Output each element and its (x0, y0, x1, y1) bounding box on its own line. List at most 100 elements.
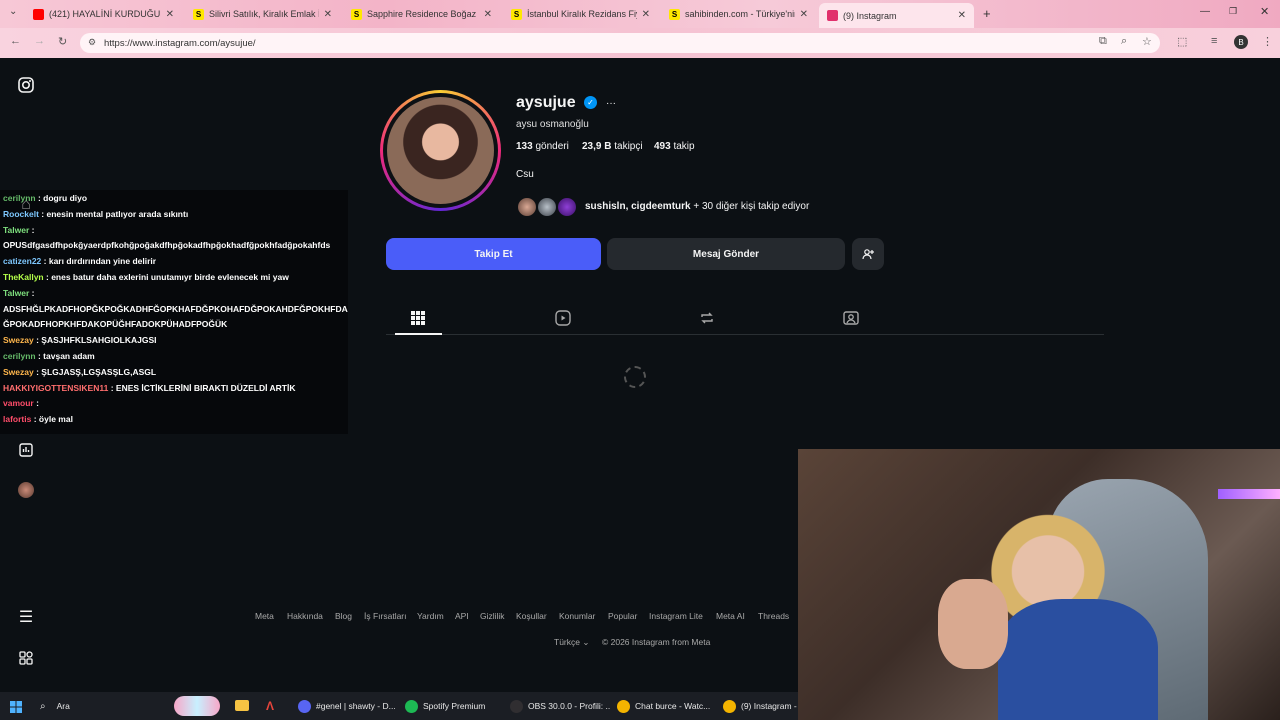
message-button[interactable]: Mesaj Gönder (607, 238, 845, 270)
chat-text: : enes batur daha exlerini unutamıyr bir… (46, 272, 289, 282)
bookmark-star-icon[interactable]: ☆ (1142, 35, 1152, 48)
chrome-icon (723, 699, 736, 713)
sahibinden-icon: S (351, 8, 362, 20)
address-bar[interactable]: ⚙ https://www.instagram.com/aysujue/ (80, 33, 1160, 53)
footer-link[interactable]: API (455, 611, 469, 621)
browser-tab[interactable]: S İstanbul Kiralık Rezidans Fiyatla ✕ (503, 4, 658, 24)
search-highlight-icon (174, 696, 220, 716)
profile-picture[interactable] (380, 90, 501, 211)
footer-link[interactable]: Konumlar (559, 611, 595, 621)
suggested-accounts-button[interactable] (852, 238, 884, 270)
close-tab-icon[interactable]: ✕ (958, 10, 966, 21)
app-icon[interactable]: Λ (266, 699, 280, 713)
search-icon: ⌕ (40, 700, 46, 712)
chat-username: Swezay (3, 335, 34, 346)
chat-text: : tavşan adam (37, 351, 95, 361)
chat-username: cerilynn (3, 351, 36, 361)
language-selector[interactable]: Türkçe ⌄ (554, 637, 589, 648)
close-tab-icon[interactable]: ✕ (324, 9, 332, 20)
browser-tab[interactable]: Ssahibinden.com - Türkiye'nin O ✕ (661, 4, 816, 24)
instagram-logo-icon[interactable] (17, 76, 35, 94)
profile-options-button[interactable]: ··· (606, 98, 616, 109)
footer-link[interactable]: Gizlilik (480, 611, 505, 621)
chat-text: OPUSdfgasdfhpokğyaerdpfkohğpoğakdfhpğoka… (3, 240, 331, 251)
tab-tagged-icon[interactable] (842, 309, 860, 327)
chat-message: catizen22 : karı dırdırından yine deliri… (3, 256, 156, 266)
tab-title: sahibinden.com - Türkiye'nin O (685, 9, 795, 19)
zoom-icon[interactable]: ⌕ (1121, 35, 1127, 48)
footer-link[interactable]: Meta AI (716, 611, 745, 621)
instagram-icon (827, 10, 838, 21)
tab-search-icon[interactable]: ⌄ (9, 6, 17, 17)
tab-reels-icon[interactable] (554, 309, 572, 327)
chat-username: Talwer (3, 224, 30, 235)
windows-start-icon[interactable] (10, 700, 22, 713)
windows-taskbar: ⌕ Ara Λ #genel | shawty - D... Spotify Pr… (0, 692, 798, 720)
footer-link[interactable]: Popular (608, 611, 637, 621)
profile-avatar-icon[interactable] (17, 481, 35, 499)
footer-link[interactable]: Yardım (417, 611, 444, 621)
close-tab-icon[interactable]: ✕ (642, 9, 650, 20)
chat-text: : karı dırdırından yine delirir (43, 256, 157, 267)
reading-list-icon[interactable]: ≡ (1211, 35, 1217, 47)
followed-by-text[interactable]: sushisln, cigdeemturk + 30 diğer kişi ta… (585, 201, 809, 212)
browser-tab[interactable]: (9) Instagram ✕ (819, 3, 974, 28)
close-tab-icon[interactable]: ✕ (800, 9, 808, 20)
footer-link[interactable]: Meta (255, 611, 274, 621)
menu-kebab-icon[interactable]: ⋮ (1262, 35, 1273, 48)
following-stat[interactable]: 493 takip (654, 141, 695, 152)
taskbar-app[interactable]: Spotify Premium (405, 692, 505, 720)
chat-text: ADSFHĞLPKADFHOPĞKPOĞKADHFĞOPKHAFDĞPKOHAF… (3, 303, 348, 314)
back-icon[interactable]: ← (10, 35, 21, 47)
reels-icon[interactable] (17, 441, 35, 459)
footer-link[interactable]: Blog (335, 611, 352, 621)
posts-stat[interactable]: 133 gönderi (516, 141, 569, 152)
chat-message: Swezay : ŞLGJASŞ,LGŞASŞLG,ASGL (3, 367, 156, 377)
install-app-icon[interactable]: ⧉ (1099, 35, 1107, 48)
taskbar-app[interactable]: OBS 30.0.0 - Profili: ... (510, 692, 610, 720)
close-window-icon[interactable]: ✕ (1260, 5, 1269, 18)
reload-icon[interactable]: ↻ (58, 35, 67, 48)
minimize-icon[interactable]: — (1200, 6, 1210, 17)
taskbar-search[interactable]: ⌕ Ara (40, 692, 70, 720)
taskbar-app[interactable]: Chat burce - Watc... (617, 692, 717, 720)
chat-text: : öyle mal (33, 414, 73, 425)
tab-posts-grid-icon[interactable] (409, 309, 427, 327)
taskbar-app-label: Chat burce - Watc... (635, 701, 711, 711)
tab-title: (421) HAYALİNİ KURDUĞUMUZ (49, 9, 161, 19)
chrome-icon (617, 699, 630, 713)
forward-icon[interactable]: → (34, 35, 45, 47)
footer-link[interactable]: Threads (758, 611, 789, 621)
chat-message: cerilynn : dogru diyo (3, 193, 87, 203)
browser-tab[interactable]: S Silivri Satılık, Kiralık Emlak İlanları… (185, 4, 340, 24)
tab-reposts-icon[interactable] (698, 309, 716, 327)
chat-username: cerilynn (3, 193, 36, 203)
site-info-icon[interactable]: ⚙ (88, 37, 96, 48)
sahibinden-icon: S (193, 8, 204, 20)
new-tab-button[interactable]: + (983, 6, 991, 21)
chat-message: OPUSdfgasdfhpokğyaerdpfkohğpoğakdfhpğoka… (3, 240, 330, 250)
profile-avatar[interactable]: B (1234, 35, 1248, 49)
chat-username: lafortis (3, 414, 32, 425)
extensions-icon[interactable]: ⬚ (1177, 35, 1187, 48)
close-tab-icon[interactable]: ✕ (166, 9, 174, 20)
browser-tab[interactable]: (421) HAYALİNİ KURDUĞUMUZ ✕ (25, 4, 182, 24)
also-from-meta-icon[interactable] (17, 649, 35, 667)
follow-button[interactable]: Takip Et (386, 238, 601, 270)
file-explorer-icon[interactable] (235, 700, 249, 711)
taskbar-app[interactable]: #genel | shawty - D... (298, 692, 398, 720)
footer-link[interactable]: Hakkında (287, 611, 323, 621)
followers-stat[interactable]: 23,9 B takipçi (582, 141, 643, 152)
tab-title: (9) Instagram (843, 10, 897, 21)
footer-link[interactable]: Instagram Lite (649, 611, 703, 621)
more-menu-icon[interactable]: ☰ (17, 608, 35, 626)
taskbar-app[interactable]: (9) Instagram - G (723, 692, 798, 720)
browser-tab[interactable]: S Sapphire Residence Boğaz Ma ✕ (343, 4, 500, 24)
footer-link[interactable]: Koşullar (516, 611, 547, 621)
close-tab-icon[interactable]: ✕ (484, 9, 492, 20)
restore-icon[interactable]: ❐ (1229, 6, 1237, 17)
mutual-followers-avatars[interactable] (516, 196, 582, 218)
chat-message: cerilynn : tavşan adam (3, 351, 95, 361)
chat-text: : (36, 398, 39, 409)
footer-link[interactable]: İş Fırsatları (364, 611, 407, 621)
